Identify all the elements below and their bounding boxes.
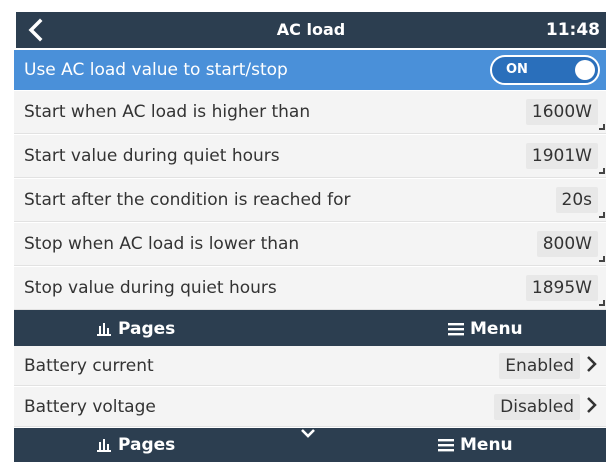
- setting-value[interactable]: 1895W: [525, 275, 598, 301]
- setting-label: Stop value during quiet hours: [24, 278, 277, 298]
- page-title: AC load: [276, 20, 346, 39]
- menu-button[interactable]: Menu: [438, 428, 513, 462]
- pages-button[interactable]: Pages: [96, 310, 175, 348]
- battery-voltage-row[interactable]: Battery voltage Disabled: [14, 387, 606, 427]
- pages-label: Pages: [118, 319, 176, 339]
- pages-button[interactable]: Pages: [96, 428, 175, 462]
- setting-use-ac-load[interactable]: Use AC load value to start/stop ON: [14, 50, 606, 90]
- menu-label: Menu: [470, 319, 523, 339]
- setting-stop-quiet-hours[interactable]: Stop value during quiet hours 1895W: [14, 267, 606, 310]
- nav-bar-bottom: Pages Menu: [14, 428, 606, 462]
- pages-icon: [97, 439, 111, 452]
- toggle-knob: [575, 59, 595, 80]
- setting-value[interactable]: 1600W: [525, 99, 598, 125]
- edit-corner-icon: [599, 168, 605, 174]
- setting-start-after[interactable]: Start after the condition is reached for…: [14, 179, 606, 222]
- edit-corner-icon: [599, 212, 605, 218]
- setting-label: Start when AC load is higher than: [24, 102, 311, 122]
- battery-current-row[interactable]: Battery current Enabled: [14, 346, 606, 386]
- menu-icon: [448, 323, 464, 336]
- edit-corner-icon: [599, 300, 605, 306]
- chevron-down-icon: [301, 429, 315, 438]
- clock: 11:48: [545, 20, 600, 40]
- setting-label: Battery voltage: [24, 396, 156, 417]
- chevron-right-icon: [586, 396, 598, 418]
- scroll-down-button[interactable]: [300, 428, 316, 438]
- setting-value[interactable]: 800W: [536, 231, 598, 257]
- setting-value: Enabled: [499, 352, 580, 379]
- setting-label: Stop when AC load is lower than: [24, 234, 300, 254]
- edit-corner-icon: [599, 124, 605, 130]
- setting-start-ac-load[interactable]: Start when AC load is higher than 1600W: [14, 91, 606, 134]
- menu-icon: [438, 439, 454, 452]
- pages-icon: [97, 323, 111, 336]
- chevron-right-icon: [586, 355, 598, 377]
- toggle-state-label: ON: [506, 61, 528, 77]
- menu-label: Menu: [460, 435, 513, 455]
- pages-label: Pages: [118, 435, 176, 455]
- setting-label: Use AC load value to start/stop: [24, 59, 288, 80]
- setting-value[interactable]: 20s: [555, 187, 598, 213]
- menu-button[interactable]: Menu: [448, 310, 523, 348]
- setting-value[interactable]: 1901W: [525, 143, 598, 169]
- nav-bar-top: Pages Menu: [14, 310, 606, 348]
- setting-label: Start value during quiet hours: [24, 146, 280, 166]
- setting-value: Disabled: [494, 393, 580, 420]
- setting-stop-ac-load[interactable]: Stop when AC load is lower than 800W: [14, 223, 606, 266]
- edit-corner-icon: [599, 256, 605, 262]
- setting-label: Start after the condition is reached for: [24, 190, 351, 210]
- on-off-toggle[interactable]: ON: [490, 54, 600, 85]
- header-bar: AC load 11:48: [16, 12, 606, 48]
- setting-start-quiet-hours[interactable]: Start value during quiet hours 1901W: [14, 135, 606, 178]
- setting-label: Battery current: [24, 355, 154, 376]
